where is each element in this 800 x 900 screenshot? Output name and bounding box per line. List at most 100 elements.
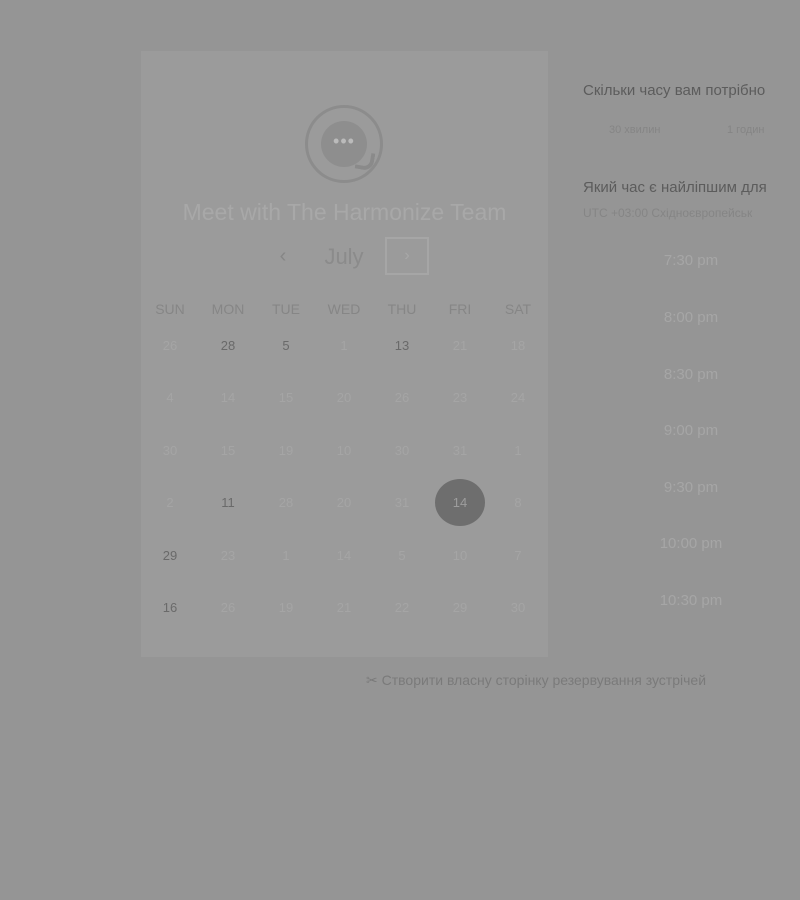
calendar-day-number: 31 <box>394 495 410 511</box>
calendar-day[interactable]: 5 <box>257 322 315 369</box>
calendar-day[interactable]: 16 <box>141 584 199 631</box>
calendar-day: 26 <box>199 584 257 631</box>
calendar-day-number: 19 <box>278 442 294 458</box>
calendar-day: 5 <box>373 532 431 579</box>
calendar-day: 1 <box>315 322 373 369</box>
calendar-day: 28 <box>257 479 315 526</box>
calendar-day-number: 26 <box>162 337 178 353</box>
calendar-day[interactable]: 13 <box>373 322 431 369</box>
calendar-day: 29 <box>431 584 489 631</box>
scheduling-panel: Скільки часу вам потрібно 30 хвилин 1 го… <box>583 0 800 900</box>
calendar-day: 19 <box>257 584 315 631</box>
calendar-day-number: 21 <box>336 600 352 616</box>
calendar-day-selected[interactable]: 14 <box>431 479 489 527</box>
calendar-day: 30 <box>489 584 547 631</box>
duration-options: 30 хвилин 1 годин <box>583 124 800 140</box>
calendar-day-number: 30 <box>510 600 526 616</box>
calendar-day: 21 <box>431 322 489 369</box>
calendar-day-number: 26 <box>220 600 236 616</box>
calendar-grid: 26 28 5 1 13 21 18 4 14 15 20 26 23 24 30 15 19 10 30 31 1 2 1… <box>141 319 548 634</box>
calendar-day: 7 <box>489 532 547 579</box>
calendar-day-number: 7 <box>514 547 522 563</box>
calendar-day-number: 30 <box>394 442 410 458</box>
calendar-day: 15 <box>199 427 257 474</box>
time-slot[interactable]: 10:30 pm <box>641 592 741 609</box>
calendar-day: 23 <box>199 532 257 579</box>
calendar-day-number: 2 <box>166 495 174 511</box>
next-month-button[interactable]: › <box>385 237 429 275</box>
calendar-day-number: 28 <box>220 337 236 353</box>
calendar-day: 15 <box>257 374 315 421</box>
calendar-day-number: 20 <box>336 390 352 406</box>
create-booking-page-label: Створити власну сторінку резервування зу… <box>381 672 707 688</box>
calendar-day-number: 15 <box>220 442 236 458</box>
calendar-day-number: 1 <box>514 442 522 458</box>
create-booking-page-link[interactable]: ✂ Створити власну сторінку резервування … <box>366 672 706 689</box>
calendar-day-number: 10 <box>452 547 468 563</box>
calendar-day-number: 26 <box>394 390 410 406</box>
time-slot[interactable]: 10:00 pm <box>641 535 741 552</box>
calendar-week: 30 15 19 10 30 31 1 <box>141 424 548 477</box>
time-question: Який час є найліпшим для <box>583 179 767 196</box>
calendar-day: 21 <box>315 584 373 631</box>
calendar-day: 23 <box>431 374 489 421</box>
calendar-day: 10 <box>431 532 489 579</box>
calendar-day-number: 14 <box>336 547 352 563</box>
calendar-day: 31 <box>431 427 489 474</box>
previous-month-button[interactable]: ‹ <box>273 241 293 271</box>
time-slot[interactable]: 8:30 pm <box>641 366 741 383</box>
weekday-label: TUE <box>272 301 300 317</box>
duration-option-30min[interactable]: 30 хвилин <box>609 124 660 136</box>
timezone-select[interactable]: UTC +03:00 Східноєвропейськ <box>583 206 752 220</box>
weekday-label: WED <box>327 301 361 317</box>
weekday-label: MON <box>211 301 245 317</box>
calendar-day: 8 <box>489 479 547 526</box>
duration-question: Скільки часу вам потрібно <box>583 82 766 99</box>
calendar-day[interactable]: 11 <box>199 479 257 526</box>
time-slot[interactable]: 9:30 pm <box>641 479 741 496</box>
calendar-day-number: 23 <box>452 390 468 406</box>
calendar-day: 14 <box>315 532 373 579</box>
calendar-day-number: 16 <box>162 600 178 616</box>
calendar-day: 30 <box>141 427 199 474</box>
calendar-day-number: 30 <box>162 442 178 458</box>
calendar-day: 30 <box>373 427 431 474</box>
calendar-day-number: 20 <box>336 495 352 511</box>
calendar-day[interactable]: 28 <box>199 322 257 369</box>
meeting-title: Meet with The Harmonize Team <box>182 199 507 225</box>
calendar-day[interactable]: 29 <box>141 532 199 579</box>
booking-card: ••• Meet with The Harmonize Team ‹ July … <box>141 51 548 657</box>
calendar-day-number: 18 <box>510 337 526 353</box>
calendar-day: 4 <box>141 374 199 421</box>
calendar-day-number: 19 <box>278 600 294 616</box>
calendar-day-number: 15 <box>278 390 294 406</box>
calendar-day-number: 31 <box>452 442 468 458</box>
calendar-day-number: 5 <box>282 337 290 353</box>
calendar-day-number: 5 <box>398 547 406 563</box>
calendar-day-number: 24 <box>510 390 526 406</box>
weekday-header: SUN MON TUE WED THU FRI SAT <box>141 301 548 321</box>
calendar-week: 16 26 19 21 22 29 30 <box>141 582 548 635</box>
calendar-day-number: 29 <box>162 547 178 563</box>
time-slot[interactable]: 9:00 pm <box>641 422 741 439</box>
duration-option-1hour[interactable]: 1 годин <box>727 124 764 136</box>
calendar-day: 1 <box>489 427 547 474</box>
time-slot[interactable]: 7:30 pm <box>641 252 741 269</box>
calendar-day: 14 <box>199 374 257 421</box>
time-slot[interactable]: 8:00 pm <box>641 309 741 326</box>
calendar-day-number: 29 <box>452 600 468 616</box>
calendar-day-number: 1 <box>282 547 290 563</box>
weekday-label: SAT <box>504 301 532 317</box>
calendar-day: 24 <box>489 374 547 421</box>
calendar-day: 26 <box>373 374 431 421</box>
calendar-day-number: 13 <box>394 337 410 353</box>
month-navigation: ‹ July › <box>141 237 548 277</box>
calendar-day-number: 11 <box>221 495 235 511</box>
calendar-day: 31 <box>373 479 431 526</box>
calendar-week: 4 14 15 20 26 23 24 <box>141 372 548 425</box>
calendar-day: 22 <box>373 584 431 631</box>
calendar-day-number: 28 <box>278 495 294 511</box>
calendar-week: 2 11 28 20 31 14 8 <box>141 477 548 530</box>
calendar-day: 20 <box>315 374 373 421</box>
calendar-day-number: 8 <box>514 495 522 511</box>
